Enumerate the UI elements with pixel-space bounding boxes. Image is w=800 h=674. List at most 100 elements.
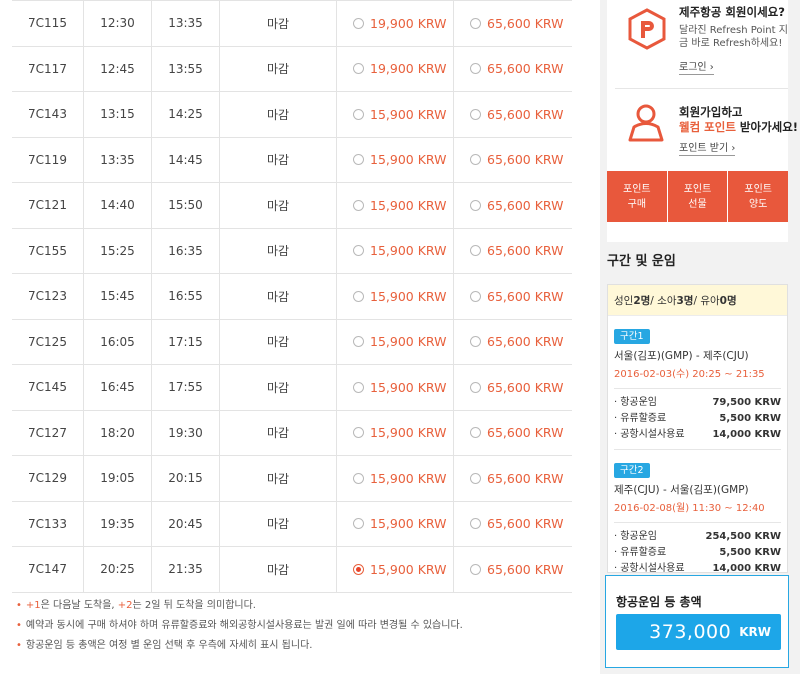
radio-button[interactable] — [470, 108, 481, 120]
status-closed: 마감 — [220, 319, 337, 364]
arrival-time: 16:35 — [152, 228, 220, 273]
radio-button[interactable] — [353, 290, 364, 302]
fare-price: 65,600 KRW — [487, 106, 564, 122]
arrival-time: 13:55 — [152, 46, 220, 91]
fare-option-regular[interactable]: 65,600 KRW — [454, 229, 572, 274]
fare-option-regular[interactable]: 65,600 KRW — [454, 274, 572, 319]
fare-price: 15,900 KRW — [370, 516, 447, 532]
flight-number: 7C125 — [12, 319, 84, 364]
gift-points-button[interactable]: 포인트 선물 — [667, 171, 728, 222]
departure-time: 15:25 — [84, 228, 152, 273]
radio-button[interactable] — [353, 154, 364, 166]
flight-row: 7C145 16:45 17:55 마감 15,900 KRW 65,600 KRW — [12, 365, 572, 411]
fare-option-discount[interactable]: 19,900 KRW — [337, 46, 454, 91]
fare-option-regular[interactable]: 65,600 KRW — [454, 92, 572, 137]
status-closed: 마감 — [220, 137, 337, 182]
fare-price: 15,900 KRW — [370, 379, 447, 395]
radio-button[interactable] — [353, 108, 364, 120]
radio-button[interactable] — [470, 199, 481, 211]
radio-button[interactable] — [470, 17, 481, 29]
arrival-time: 19:30 — [152, 410, 220, 455]
segment-route: 서울(김포)(GMP) - 제주(CJU) — [614, 350, 749, 362]
radio-button[interactable] — [470, 154, 481, 166]
radio-button[interactable] — [353, 518, 364, 530]
fare-notes: • +1은 다음날 도착을, +2는 2일 뒤 도착을 의미합니다. • 예약과 동… — [16, 596, 576, 656]
fare-option-regular[interactable]: 65,600 KRW — [454, 547, 572, 592]
radio-button[interactable] — [470, 381, 481, 393]
flight-number: 7C119 — [12, 137, 84, 182]
fare-option-discount[interactable]: 15,900 KRW — [337, 547, 454, 592]
radio-button[interactable] — [470, 427, 481, 439]
fare-option-regular[interactable]: 65,600 KRW — [454, 320, 572, 365]
radio-button[interactable] — [353, 17, 364, 29]
fare-option-regular[interactable]: 65,600 KRW — [454, 411, 572, 456]
fare-price: 15,900 KRW — [370, 425, 447, 441]
radio-button[interactable] — [353, 199, 364, 211]
status-closed: 마감 — [220, 92, 337, 137]
segment-date: 2016-02-03(수) 20:25 ~ 21:35 — [614, 369, 765, 380]
total-unit: KRW — [739, 625, 771, 639]
total-amount: 373,000 KRW — [616, 614, 781, 650]
fare-option-regular[interactable]: 65,600 KRW — [454, 456, 572, 501]
radio-button[interactable] — [353, 63, 364, 75]
fare-option-regular[interactable]: 65,600 KRW — [454, 1, 572, 46]
radio-button[interactable] — [470, 518, 481, 530]
status-closed: 마감 — [220, 1, 337, 46]
fare-option-discount[interactable]: 15,900 KRW — [337, 319, 454, 364]
fare-option-discount[interactable]: 15,900 KRW — [337, 183, 454, 228]
note-3: • 항공운임 등 총액은 여정 별 운임 선택 후 우측에 자세히 표시 됩니다. — [16, 640, 313, 651]
arrival-time: 14:45 — [152, 137, 220, 182]
transfer-points-button[interactable]: 포인트 양도 — [728, 171, 789, 222]
radio-button[interactable] — [353, 245, 364, 257]
flight-number: 7C155 — [12, 228, 84, 273]
fare-option-discount[interactable]: 15,900 KRW — [337, 501, 454, 546]
point-buttons: 포인트 구매 포인트 선물 포인트 양도 — [607, 171, 789, 222]
departure-time: 13:15 — [84, 92, 152, 137]
radio-button[interactable] — [470, 563, 481, 575]
radio-button[interactable] — [470, 245, 481, 257]
radio-button[interactable] — [353, 381, 364, 393]
sidebar: 제주항공 회원이세요? 달라진 Refresh Point 지금 바로 Refr… — [600, 0, 800, 674]
fare-price: 65,600 KRW — [487, 379, 564, 395]
radio-button[interactable] — [353, 472, 364, 484]
login-link[interactable]: 로그인 › — [679, 62, 714, 75]
radio-button[interactable] — [470, 290, 481, 302]
radio-button[interactable] — [353, 563, 364, 575]
flight-row: 7C143 13:15 14:25 마감 15,900 KRW 65,600 KRW — [12, 92, 572, 138]
note-2: • 예약과 동시에 구매 하셔야 하며 유류할증료와 해외공항시설사용료는 발권 … — [16, 620, 463, 631]
passenger-count: 성인 2명 / 소아 3명 / 유아 0명 — [608, 285, 787, 316]
fare-price: 15,900 KRW — [370, 197, 447, 213]
fare-option-regular[interactable]: 65,600 KRW — [454, 502, 572, 547]
get-points-link[interactable]: 포인트 받기 › — [679, 143, 736, 156]
radio-button[interactable] — [470, 472, 481, 484]
fare-price: 15,900 KRW — [370, 561, 447, 577]
fare-option-discount[interactable]: 15,900 KRW — [337, 410, 454, 455]
fare-price: 65,600 KRW — [487, 288, 564, 304]
status-closed: 마감 — [220, 183, 337, 228]
fare-price: 65,600 KRW — [487, 470, 564, 486]
fare-option-discount[interactable]: 15,900 KRW — [337, 456, 454, 501]
fare-price: 19,900 KRW — [370, 61, 447, 77]
buy-points-button[interactable]: 포인트 구매 — [607, 171, 667, 222]
fare-option-discount[interactable]: 15,900 KRW — [337, 274, 454, 319]
fare-option-discount[interactable]: 15,900 KRW — [337, 365, 454, 410]
fare-option-regular[interactable]: 65,600 KRW — [454, 47, 572, 92]
radio-button[interactable] — [470, 336, 481, 348]
fare-option-regular[interactable]: 65,600 KRW — [454, 365, 572, 410]
fare-option-regular[interactable]: 65,600 KRW — [454, 138, 572, 183]
fare-option-discount[interactable]: 15,900 KRW — [337, 92, 454, 137]
total-fare-box: 항공운임 등 총액 373,000 KRW — [605, 575, 789, 668]
fare-option-discount[interactable]: 15,900 KRW — [337, 137, 454, 182]
departure-time: 15:45 — [84, 274, 152, 319]
fare-option-discount[interactable]: 19,900 KRW — [337, 1, 454, 46]
radio-button[interactable] — [470, 63, 481, 75]
status-closed: 마감 — [220, 274, 337, 319]
fare-option-discount[interactable]: 15,900 KRW — [337, 228, 454, 273]
flight-number: 7C143 — [12, 92, 84, 137]
radio-button[interactable] — [353, 427, 364, 439]
fare-line: 항공운임254,500 KRW — [614, 529, 781, 545]
fare-option-regular[interactable]: 65,600 KRW — [454, 183, 572, 228]
arrival-time: 17:55 — [152, 365, 220, 410]
departure-time: 18:20 — [84, 410, 152, 455]
radio-button[interactable] — [353, 336, 364, 348]
